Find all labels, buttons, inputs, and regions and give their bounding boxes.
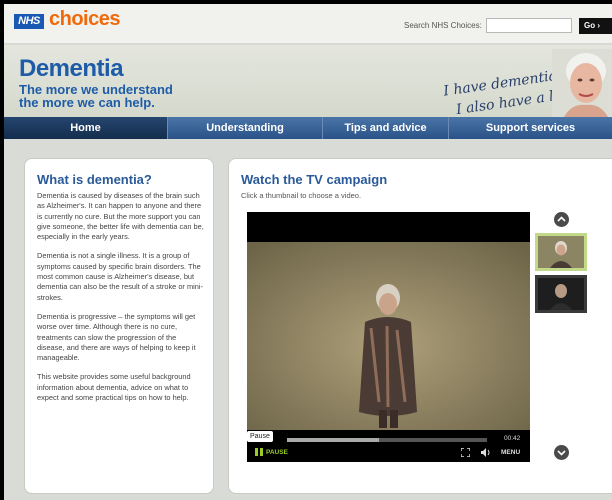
panel-body: Dementia is caused by diseases of the br… [37, 191, 205, 412]
browser-page: NHS choices Search NHS Choices: Go › Dem… [4, 4, 612, 500]
search-input[interactable] [486, 18, 572, 33]
top-bar: NHS choices Search NHS Choices: Go › [4, 4, 612, 44]
nav-support-services[interactable]: Support services [449, 117, 612, 139]
go-button[interactable]: Go › [579, 18, 612, 34]
portrait-image [552, 49, 612, 117]
video-thumbnail[interactable] [535, 233, 587, 271]
search-label: Search NHS Choices: [404, 21, 482, 30]
banner: Dementia The more we understand the more… [4, 45, 612, 117]
paragraph: Dementia is caused by diseases of the br… [37, 191, 204, 242]
progress-fill [287, 438, 379, 442]
paragraph: Dementia is not a single illness. It is … [37, 251, 203, 302]
video-thumbnail[interactable] [535, 275, 587, 313]
what-is-dementia-panel: What is dementia? Dementia is caused by … [24, 158, 214, 494]
menu-button[interactable]: MENU [501, 449, 520, 456]
video-player[interactable]: Pause 00:42 PAUSE MENU [247, 212, 530, 462]
pause-icon[interactable] [255, 448, 263, 456]
nav-understanding[interactable]: Understanding [168, 117, 323, 139]
thumbnail-image [538, 278, 584, 310]
chevron-down-icon [557, 450, 566, 456]
progress-bar[interactable] [287, 438, 487, 442]
tv-campaign-panel: Watch the TV campaign Click a thumbnail … [228, 158, 612, 494]
panel-subheading: Click a thumbnail to choose a video. [241, 191, 362, 200]
main-nav: Home Understanding Tips and advice Suppo… [4, 117, 612, 139]
panel-heading: What is dementia? [37, 172, 152, 187]
volume-icon[interactable] [481, 448, 492, 457]
nav-home[interactable]: Home [4, 117, 168, 139]
video-frame[interactable] [247, 242, 530, 430]
pause-button[interactable]: PAUSE [266, 449, 288, 456]
paragraph: Dementia is progressive – the symptoms w… [37, 311, 196, 363]
panel-heading: Watch the TV campaign [241, 172, 388, 187]
choices-logo[interactable]: choices [49, 8, 120, 31]
fullscreen-icon[interactable] [461, 448, 470, 457]
chevron-up-icon [557, 216, 566, 222]
thumbnails-up-button[interactable] [554, 212, 569, 227]
thumbnails-down-button[interactable] [554, 445, 569, 460]
time-display: 00:42 [504, 435, 521, 442]
paragraph: This website provides some useful backgr… [37, 372, 191, 403]
banner-tagline: The more we understand the more we can h… [19, 82, 173, 110]
nav-tips-and-advice[interactable]: Tips and advice [323, 117, 449, 139]
nhs-logo[interactable]: NHS [14, 14, 44, 29]
pause-tooltip: Pause [247, 431, 273, 442]
thumbnail-image [538, 236, 584, 268]
banner-title: Dementia [19, 55, 124, 82]
